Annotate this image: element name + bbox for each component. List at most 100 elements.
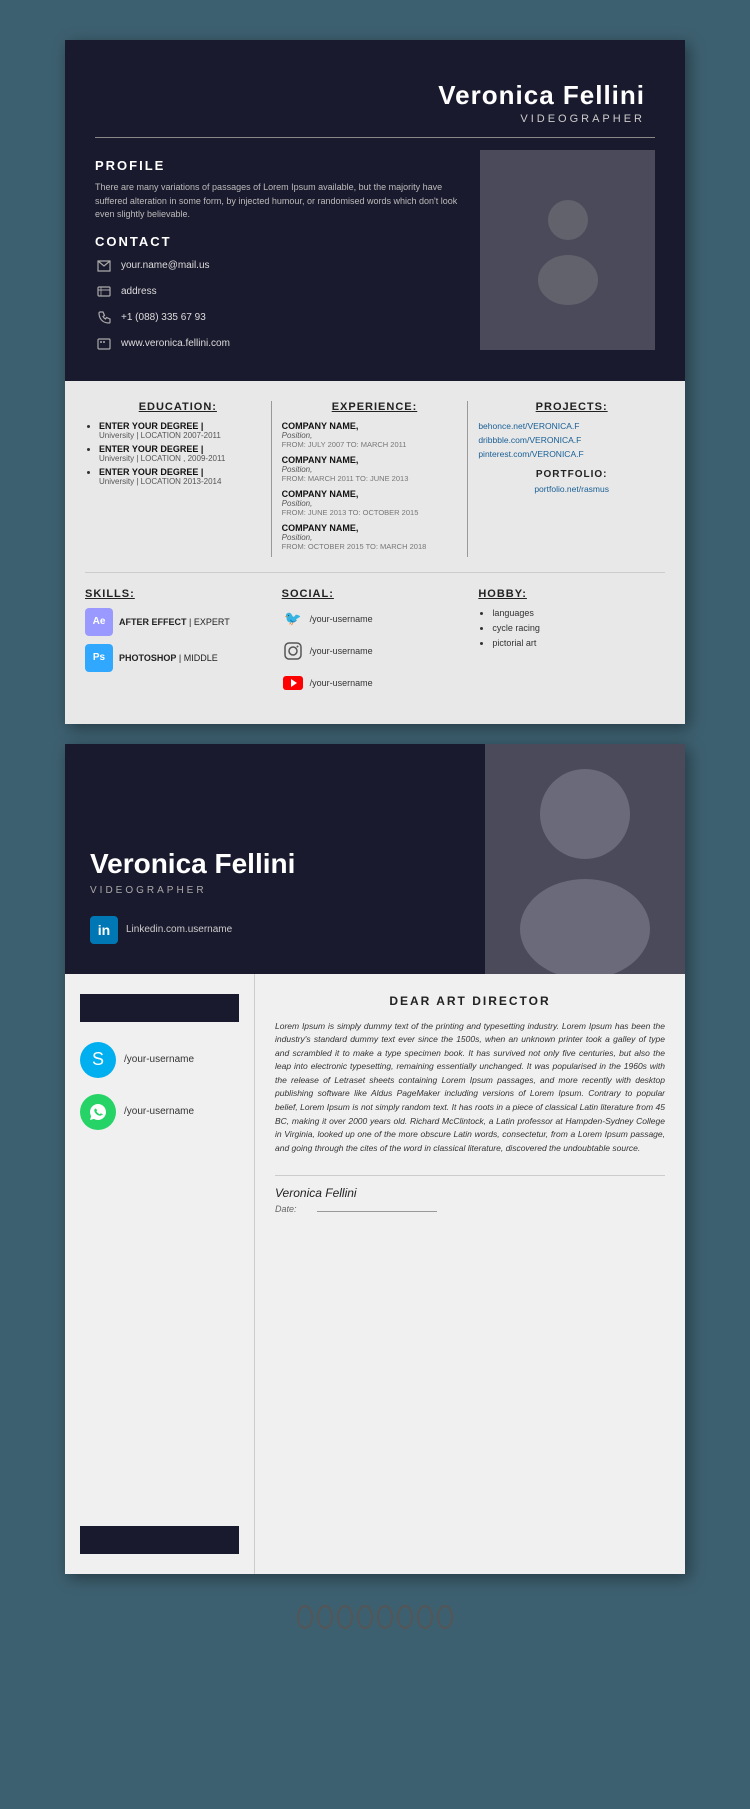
skype-handle: /your-username	[124, 1054, 194, 1065]
youtube-item: /your-username	[282, 672, 469, 694]
hobby-item-3: pictorial art	[492, 638, 665, 648]
profile-photo	[480, 150, 655, 350]
proj-link-2[interactable]: dribbble.com/VERONICA.F	[478, 435, 665, 445]
projects-title: PROJECTS:	[478, 401, 665, 413]
whatsapp-icon	[80, 1094, 116, 1130]
website-text: www.veronica.fellini.com	[121, 338, 230, 349]
profile-text: There are many variations of passages of…	[95, 181, 460, 222]
skills-column: SKILLS: Ae AFTER EFFECT | EXPERT Ps PHOT…	[85, 588, 272, 704]
spiral-4	[357, 1605, 373, 1629]
address-item: address	[95, 283, 460, 301]
profile-label: PROFILE	[95, 158, 460, 173]
portfolio-link[interactable]: portfolio.net/rasmus	[478, 484, 665, 494]
cover-letter-text: Lorem Ipsum is simply dummy text of the …	[275, 1020, 665, 1156]
exp-pos-4: Position,	[282, 533, 468, 542]
projects-column: PROJECTS: behonce.net/VERONICA.F dribbbl…	[478, 401, 665, 557]
proj-link-1[interactable]: behonce.net/VERONICA.F	[478, 421, 665, 431]
education-list: ENTER YOUR DEGREE | University | LOCATIO…	[85, 421, 271, 486]
linkedin-icon: in	[90, 916, 118, 944]
spiral-3	[337, 1605, 353, 1629]
cover-left: Veronica Fellini VIDEOGRAPHER in Linkedi…	[65, 744, 485, 974]
address-icon	[95, 283, 113, 301]
signature-name: Veronica Fellini	[275, 1186, 665, 1200]
contact-section: CONTACT your.name@mail.us	[95, 234, 460, 353]
ps-badge: Ps	[85, 644, 113, 672]
hobby-column: HOBBY: languages cycle racing pictorial …	[478, 588, 665, 704]
youtube-handle: /your-username	[310, 678, 373, 688]
instagram-item: /your-username	[282, 640, 469, 662]
dear-title: DEAR ART DIRECTOR	[275, 994, 665, 1008]
edu-degree-3: ENTER YOUR DEGREE |	[99, 467, 271, 477]
edu-sub-3: University | LOCATION 2013-2014	[99, 477, 271, 486]
twitter-item: 🐦 /your-username	[282, 608, 469, 630]
instagram-handle: /your-username	[310, 646, 373, 656]
linkedin-section: in Linkedin.com.username	[90, 916, 460, 944]
hobby-title: HOBBY:	[478, 588, 665, 600]
cover-right	[485, 744, 685, 974]
spiral-8	[437, 1605, 453, 1629]
edu-sub-1: University | LOCATION 2007-2011	[99, 431, 271, 440]
phone-icon	[95, 309, 113, 327]
instagram-icon	[282, 640, 304, 662]
header-right-panel	[480, 150, 655, 361]
exp-date-3: FROM: JUNE 2013 TO: OCTOBER 2015	[282, 508, 468, 517]
spiral-5	[377, 1605, 393, 1629]
header-body: PROFILE There are many variations of pas…	[95, 150, 655, 361]
education-column: EDUCATION: ENTER YOUR DEGREE | Universit…	[85, 401, 272, 557]
header-section: Veronica Fellini VIDEOGRAPHER PROFILE Th…	[65, 40, 685, 381]
applicant-name: Veronica Fellini	[95, 80, 645, 111]
portfolio-label: PORTFOLIO:	[478, 469, 665, 480]
exp-company-4: COMPANY NAME,	[282, 523, 468, 533]
exp-date-4: FROM: OCTOBER 2015 TO: MARCH 2018	[282, 542, 468, 551]
social-title: SOCIAL:	[282, 588, 469, 600]
education-title: EDUCATION:	[85, 401, 271, 413]
experience-title: EXPERIENCE:	[282, 401, 468, 413]
signature-section: Veronica Fellini Date:	[275, 1175, 665, 1214]
whatsapp-item: /your-username	[80, 1094, 239, 1130]
ae-badge: Ae	[85, 608, 113, 636]
edu-item-1: ENTER YOUR DEGREE | University | LOCATIO…	[99, 421, 271, 440]
cover-title: VIDEOGRAPHER	[90, 885, 460, 896]
cover-header: Veronica Fellini VIDEOGRAPHER in Linkedi…	[65, 744, 685, 974]
twitter-icon: 🐦	[282, 608, 304, 630]
skype-icon: S	[80, 1042, 116, 1078]
email-item: your.name@mail.us	[95, 257, 460, 275]
proj-link-3[interactable]: pinterest.com/VERONICA.F	[478, 449, 665, 459]
bottom-three-col: SKILLS: Ae AFTER EFFECT | EXPERT Ps PHOT…	[85, 588, 665, 704]
resume-card-2: Veronica Fellini VIDEOGRAPHER in Linkedi…	[65, 744, 685, 1574]
name-block: Veronica Fellini VIDEOGRAPHER	[95, 70, 655, 125]
edu-sub-2: University | LOCATION , 2009-2011	[99, 454, 271, 463]
exp-date-1: FROM: JULY 2007 TO: MARCH 2011	[282, 440, 468, 449]
exp-item-3: COMPANY NAME, Position, FROM: JUNE 2013 …	[282, 489, 468, 517]
contact-label: CONTACT	[95, 234, 460, 249]
phone-item: +1 (088) 335 67 93	[95, 309, 460, 327]
exp-company-1: COMPANY NAME,	[282, 421, 468, 431]
email-text: your.name@mail.us	[121, 260, 210, 271]
youtube-icon	[282, 672, 304, 694]
exp-date-2: FROM: MARCH 2011 TO: JUNE 2013	[282, 474, 468, 483]
edu-item-2: ENTER YOUR DEGREE | University | LOCATIO…	[99, 444, 271, 463]
exp-pos-3: Position,	[282, 499, 468, 508]
resume-card-1: Veronica Fellini VIDEOGRAPHER PROFILE Th…	[65, 40, 685, 724]
website-icon	[95, 335, 113, 353]
exp-company-3: COMPANY NAME,	[282, 489, 468, 499]
exp-item-2: COMPANY NAME, Position, FROM: MARCH 2011…	[282, 455, 468, 483]
cover-body-left: S /your-username /your-username	[65, 974, 255, 1574]
hobby-item-2: cycle racing	[492, 623, 665, 633]
header-left-panel: PROFILE There are many variations of pas…	[95, 150, 460, 361]
edu-degree-1: ENTER YOUR DEGREE |	[99, 421, 271, 431]
website-item: www.veronica.fellini.com	[95, 335, 460, 353]
experience-column: EXPERIENCE: COMPANY NAME, Position, FROM…	[282, 401, 469, 557]
cover-name: Veronica Fellini	[90, 847, 460, 881]
edu-degree-2: ENTER YOUR DEGREE |	[99, 444, 271, 454]
content-section: EDUCATION: ENTER YOUR DEGREE | Universit…	[65, 381, 685, 724]
skill-ae: Ae AFTER EFFECT | EXPERT	[85, 608, 272, 636]
applicant-title: VIDEOGRAPHER	[95, 113, 645, 125]
black-bar-top	[80, 994, 239, 1022]
cover-photo	[485, 744, 685, 974]
exp-item-4: COMPANY NAME, Position, FROM: OCTOBER 20…	[282, 523, 468, 551]
cover-body-right: DEAR ART DIRECTOR Lorem Ipsum is simply …	[255, 974, 685, 1574]
spiral-7	[417, 1605, 433, 1629]
social-column: SOCIAL: 🐦 /your-username /your-username	[282, 588, 469, 704]
exp-item-1: COMPANY NAME, Position, FROM: JULY 2007 …	[282, 421, 468, 449]
